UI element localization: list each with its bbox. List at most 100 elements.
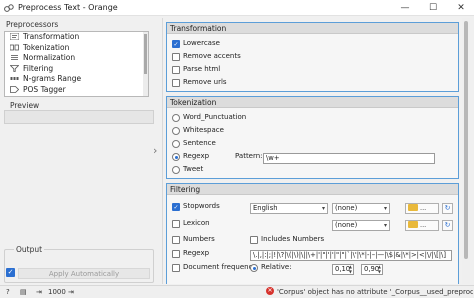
report-icon[interactable]: ▤ (20, 287, 27, 298)
regexp-checkbox[interactable] (172, 250, 180, 258)
lexicon-label: Lexicon (183, 219, 210, 227)
remove-accents-label: Remove accents (183, 52, 241, 60)
regexp-filter-input[interactable]: \.|,|:|;|!|\?|\(|\)|\||\+|'|"|'|'|"|"|`|… (250, 250, 452, 261)
sentence-label: Sentence (183, 139, 216, 147)
tokenization-icon (10, 44, 19, 50)
reload-icon: ↻ (444, 204, 451, 212)
document-frequency-checkbox[interactable] (172, 264, 180, 272)
lexicon-reload-button[interactable]: ↻ (442, 220, 453, 231)
tokenization-header[interactable]: Tokenization (167, 97, 458, 108)
main-scrollbar-thumb[interactable] (464, 21, 468, 259)
transformation-icon (10, 33, 19, 40)
error-message: 'Corpus' object has no attribute '_Corpu… (277, 288, 473, 296)
preprocessor-item-pos-tagger[interactable]: POS Tagger (5, 85, 148, 96)
normalization-icon (11, 55, 18, 60)
pattern-input[interactable]: \w+ (263, 153, 435, 164)
main-scrollbar[interactable] (462, 18, 470, 284)
ngrams-icon (10, 77, 19, 80)
folder-icon (408, 204, 418, 211)
stopwords-checkbox[interactable]: ✓ (172, 203, 180, 211)
lexicon-file-select[interactable]: (none) ▾ (332, 220, 390, 231)
sentence-radio[interactable] (172, 140, 180, 148)
word-punctuation-label: Word_Punctuation (183, 113, 247, 121)
remove-accents-checkbox[interactable] (172, 53, 180, 61)
preprocessor-item-tokenization[interactable]: Tokenization (5, 43, 148, 54)
stopwords-language-select[interactable]: English ▾ (250, 203, 328, 214)
regexp-label: Regexp (183, 249, 210, 257)
preview-label: Preview (10, 101, 40, 110)
preprocessor-item-normalization[interactable]: Normalization (5, 53, 148, 64)
preprocessor-label: Transformation (23, 32, 80, 41)
stopwords-reload-button[interactable]: ↻ (442, 203, 453, 214)
splitter[interactable] (162, 18, 163, 284)
output-data-icon: ⇥ (68, 288, 74, 296)
relative-max-value: 0,90 (364, 265, 380, 273)
preprocessor-label: N-grams Range (23, 74, 82, 83)
orange-app-icon (4, 4, 14, 12)
spin-arrows-icon: ▲ ▼ (377, 264, 381, 274)
chevron-down-icon: ▾ (321, 205, 325, 212)
relative-radio[interactable] (250, 264, 258, 272)
window-title: Preprocess Text - Orange (18, 3, 118, 12)
apply-automatically-checkbox[interactable]: ✓ (6, 268, 15, 277)
preprocessor-label: Filtering (23, 63, 54, 73)
tweet-radio[interactable] (172, 166, 180, 174)
preprocessor-item-filtering[interactable]: Filtering (5, 64, 148, 75)
preprocessors-scrollbar[interactable] (143, 32, 148, 96)
relative-min-spinbox[interactable]: 0,10 ▲ ▼ (332, 264, 354, 275)
scrollbar-thumb[interactable] (144, 34, 147, 74)
remove-urls-label: Remove urls (183, 78, 227, 86)
stopwords-browse-button[interactable]: ... (405, 203, 439, 214)
items-count: 1000 (48, 288, 66, 296)
close-button[interactable]: ✕ (454, 2, 468, 14)
document-frequency-label: Document frequency (183, 263, 257, 271)
remove-urls-checkbox[interactable] (172, 79, 180, 87)
lexicon-checkbox[interactable] (172, 220, 180, 228)
lexicon-browse-button[interactable]: ... (405, 220, 439, 231)
error-icon: ✕ (266, 287, 274, 295)
transformation-box: Transformation ✓ Lowercase Remove accent… (166, 22, 459, 92)
filtering-icon (10, 64, 19, 72)
folder-icon (408, 221, 418, 228)
filtering-header[interactable]: Filtering (167, 184, 458, 195)
pattern-label: Pattern: (235, 152, 263, 160)
browse-label: ... (420, 204, 427, 212)
whitespace-radio[interactable] (172, 127, 180, 135)
chevron-down-icon: ▾ (383, 205, 387, 212)
numbers-checkbox[interactable] (172, 236, 180, 244)
lexicon-file-value: (none) (335, 221, 358, 229)
maximize-button[interactable]: ☐ (426, 2, 440, 14)
lowercase-checkbox[interactable]: ✓ (172, 40, 180, 48)
numbers-label: Numbers (183, 235, 215, 243)
relative-max-spinbox[interactable]: 0,90 ▲ ▼ (361, 264, 383, 275)
reload-icon: ↻ (444, 221, 451, 229)
apply-automatically-button[interactable]: Apply Automatically (18, 268, 150, 279)
preprocessor-label: Normalization (23, 53, 76, 62)
transformation-header[interactable]: Transformation (167, 23, 458, 34)
title-bar: Preprocess Text - Orange — ☐ ✕ (0, 0, 474, 16)
relative-label: Relative: (261, 263, 292, 271)
preprocessors-label: Preprocessors (6, 20, 59, 29)
includes-numbers-checkbox[interactable] (250, 236, 258, 244)
browse-label: ... (420, 221, 427, 229)
minimize-button[interactable]: — (398, 2, 412, 14)
stopwords-file-select[interactable]: (none) ▾ (332, 203, 390, 214)
regexp-radio-label: Regexp (183, 152, 210, 160)
whitespace-label: Whitespace (183, 126, 224, 134)
chevron-right-icon: › (153, 144, 158, 157)
help-icon[interactable]: ? (6, 287, 10, 298)
relative-min-value: 0,10 (335, 265, 351, 273)
regexp-radio[interactable] (172, 153, 180, 161)
word-punctuation-radio[interactable] (172, 114, 180, 122)
filtering-box: Filtering ✓ Stopwords English ▾ (none) ▾ .… (166, 183, 459, 284)
parse-html-checkbox[interactable] (172, 66, 180, 74)
chevron-down-icon: ▾ (383, 222, 387, 229)
preprocessors-list[interactable]: Transformation Tokenization Normalizatio… (4, 31, 149, 97)
input-data-icon: ⇥ (36, 288, 42, 296)
preprocessor-label: Tokenization (23, 42, 70, 52)
preprocessor-item-transformation[interactable]: Transformation (5, 32, 148, 43)
parse-html-label: Parse html (183, 65, 221, 73)
tokenization-box: Tokenization Word_Punctuation Whitespace… (166, 96, 459, 179)
tweet-label: Tweet (183, 165, 204, 173)
preprocessor-item-ngrams[interactable]: N-grams Range (5, 74, 148, 85)
